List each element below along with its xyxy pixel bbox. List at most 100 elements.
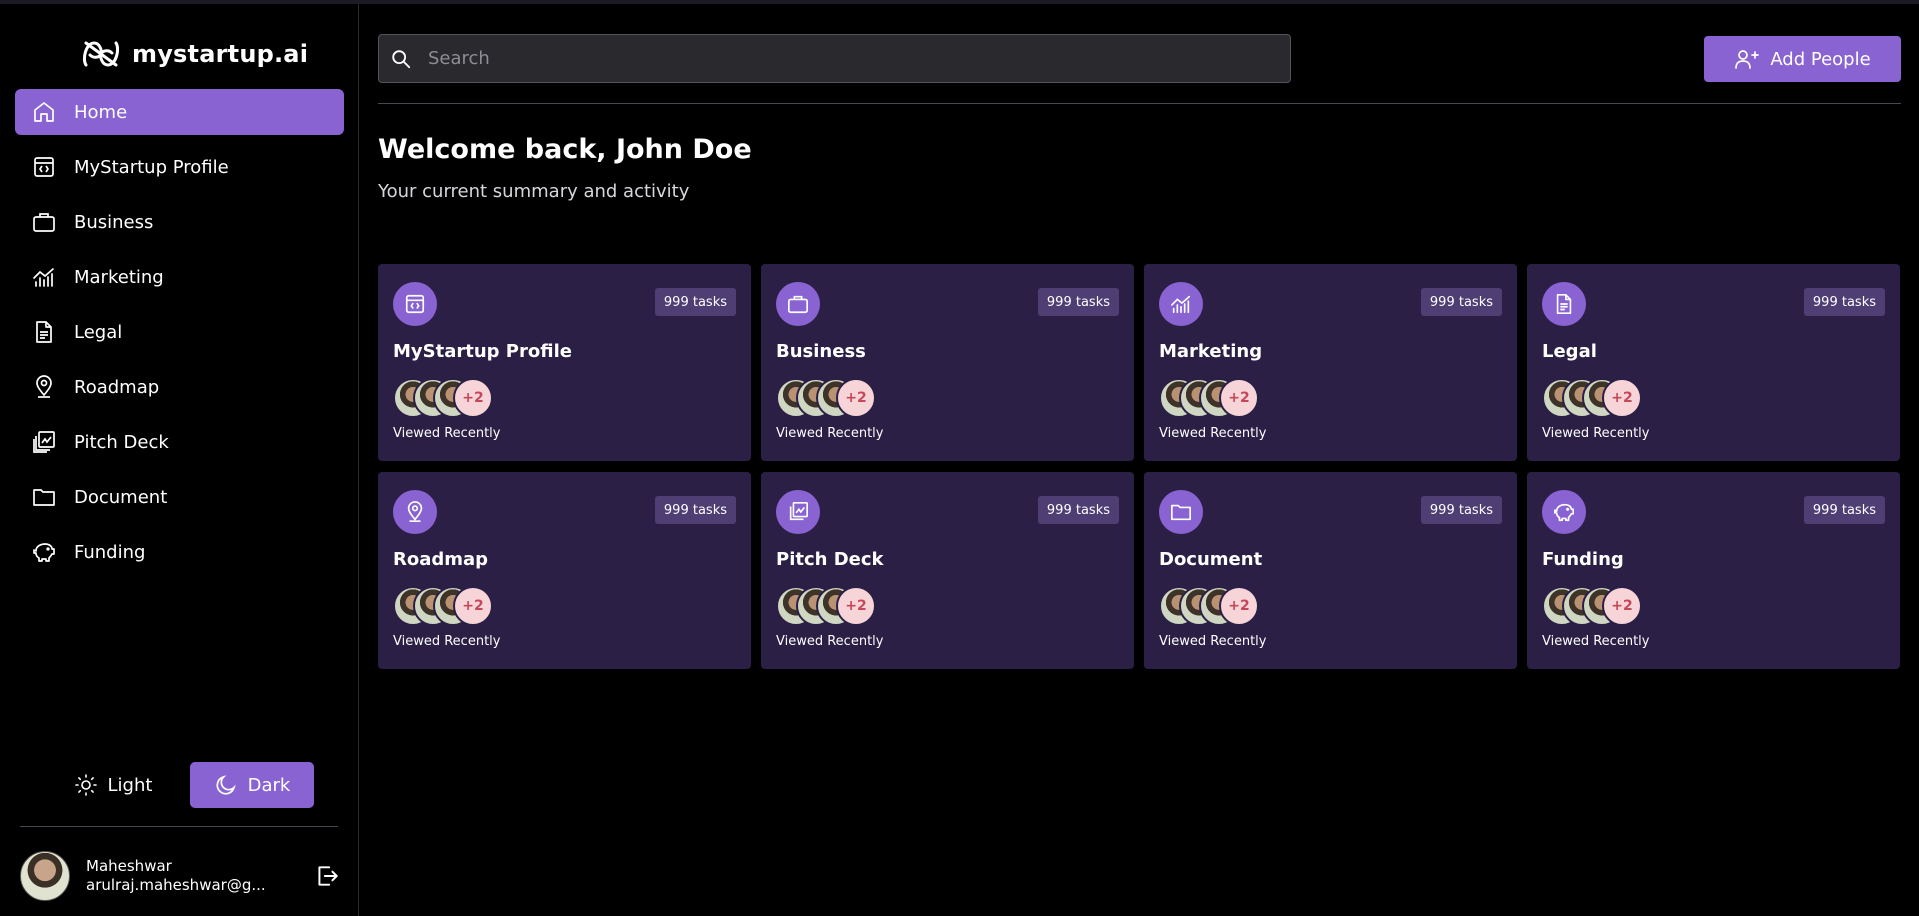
search-input[interactable] [428, 48, 1248, 69]
sidebar-item-mystartup-profile[interactable]: MyStartup Profile [15, 144, 344, 190]
more-avatars-badge: +2 [836, 378, 876, 418]
sidebar: mystartup.ai Home MyStartup Profile Busi… [0, 4, 359, 916]
sidebar-item-label: MyStartup Profile [74, 156, 229, 178]
card-icon [393, 490, 437, 534]
brand-logo-icon [82, 41, 120, 67]
code-window-icon [405, 294, 425, 314]
chart-line-icon [1171, 295, 1191, 314]
card-title: Funding [1542, 549, 1624, 570]
add-user-icon [1735, 50, 1760, 69]
sidebar-item-roadmap[interactable]: Roadmap [15, 364, 344, 410]
card-document[interactable]: 999 tasks Document +2 Viewed Recently [1144, 472, 1517, 669]
add-people-button[interactable]: Add People [1704, 36, 1901, 82]
sidebar-divider [20, 826, 338, 827]
tasks-badge: 999 tasks [1803, 496, 1885, 524]
sidebar-item-label: Business [74, 211, 154, 233]
card-legal[interactable]: 999 tasks Legal +2 Viewed Recently [1527, 264, 1900, 461]
sun-icon [74, 774, 97, 796]
avatar[interactable] [20, 851, 70, 901]
dark-theme-label: Dark [247, 774, 291, 796]
more-avatars-badge: +2 [1602, 378, 1642, 418]
more-avatars-badge: +2 [1219, 586, 1259, 626]
piggy-bank-icon [33, 543, 55, 562]
brand-name: mystartup.ai [132, 40, 309, 68]
card-title: Marketing [1159, 341, 1263, 362]
home-icon [34, 102, 54, 122]
card-title: Business [776, 341, 866, 362]
sidebar-item-label: Document [74, 486, 168, 508]
document-icon [1556, 294, 1572, 314]
moon-icon [216, 775, 236, 795]
sidebar-nav: Home MyStartup Profile Business Marketin… [15, 89, 344, 584]
card-marketing[interactable]: 999 tasks Marketing +2 Viewed Recently [1144, 264, 1517, 461]
sidebar-item-label: Funding [74, 541, 146, 563]
tasks-badge: 999 tasks [1037, 496, 1119, 524]
document-icon [36, 321, 52, 343]
sidebar-item-business[interactable]: Business [15, 199, 344, 245]
card-roadmap[interactable]: 999 tasks Roadmap +2 Viewed Recently [378, 472, 751, 669]
sidebar-item-label: Roadmap [74, 376, 160, 398]
card-icon [393, 282, 437, 326]
briefcase-icon [788, 295, 808, 314]
card-icon [1542, 490, 1586, 534]
sidebar-item-home[interactable]: Home [15, 89, 344, 135]
sidebar-item-marketing[interactable]: Marketing [15, 254, 344, 300]
sidebar-item-pitch-deck[interactable]: Pitch Deck [15, 419, 344, 465]
light-theme-button[interactable]: Light [58, 762, 168, 808]
card-mystartup-profile[interactable]: 999 tasks MyStartup Profile +2 Viewed Re… [378, 264, 751, 461]
tasks-badge: 999 tasks [654, 288, 736, 316]
logout-icon[interactable] [314, 863, 340, 889]
briefcase-icon [33, 213, 55, 232]
tasks-badge: 999 tasks [1420, 288, 1502, 316]
theme-toggle: Light Dark [58, 762, 314, 808]
sidebar-item-label: Legal [74, 321, 123, 343]
card-pitch-deck[interactable]: 999 tasks Pitch Deck +2 Viewed Recently [761, 472, 1134, 669]
tasks-badge: 999 tasks [654, 496, 736, 524]
sidebar-item-label: Marketing [74, 266, 164, 288]
light-theme-label: Light [107, 774, 153, 796]
folder-icon [33, 489, 55, 506]
presentation-icon [789, 502, 808, 521]
card-icon [776, 282, 820, 326]
card-title: MyStartup Profile [393, 341, 572, 362]
tasks-badge: 999 tasks [1803, 288, 1885, 316]
user-email: arulraj.maheshwar@g... [86, 876, 266, 894]
page-subtitle: Your current summary and activity [378, 181, 690, 202]
viewed-status: Viewed Recently [1542, 634, 1650, 649]
card-icon [1159, 282, 1203, 326]
user-profile: Maheshwar arulraj.maheshwar@g... [20, 850, 340, 902]
map-pin-icon [36, 375, 52, 398]
card-funding[interactable]: 999 tasks Funding +2 Viewed Recently [1527, 472, 1900, 669]
piggy-bank-icon [1554, 503, 1574, 522]
card-title: Pitch Deck [776, 549, 884, 570]
sidebar-item-document[interactable]: Document [15, 474, 344, 520]
sidebar-item-label: Pitch Deck [74, 431, 169, 453]
viewed-status: Viewed Recently [1159, 634, 1267, 649]
card-business[interactable]: 999 tasks Business +2 Viewed Recently [761, 264, 1134, 461]
viewed-status: Viewed Recently [776, 634, 884, 649]
map-pin-icon [407, 501, 423, 522]
search-icon [392, 49, 411, 68]
sidebar-item-legal[interactable]: Legal [15, 309, 344, 355]
code-window-icon [34, 157, 54, 177]
card-icon [776, 490, 820, 534]
tasks-badge: 999 tasks [1037, 288, 1119, 316]
folder-icon [1171, 504, 1191, 521]
sidebar-item-funding[interactable]: Funding [15, 529, 344, 575]
user-name: Maheshwar [86, 857, 172, 875]
brand-logo[interactable]: mystartup.ai [80, 34, 308, 74]
more-avatars-badge: +2 [453, 586, 493, 626]
more-avatars-badge: +2 [453, 378, 493, 418]
viewed-status: Viewed Recently [776, 426, 884, 441]
sidebar-item-label: Home [74, 101, 128, 123]
viewed-status: Viewed Recently [393, 426, 501, 441]
module-cards: 999 tasks MyStartup Profile +2 Viewed Re… [378, 264, 1901, 669]
card-title: Roadmap [393, 549, 489, 570]
more-avatars-badge: +2 [1219, 378, 1259, 418]
tasks-badge: 999 tasks [1420, 496, 1502, 524]
add-people-label: Add People [1770, 48, 1871, 70]
chart-line-icon [33, 268, 54, 287]
card-title: Document [1159, 549, 1263, 570]
dark-theme-button[interactable]: Dark [190, 762, 314, 808]
more-avatars-badge: +2 [836, 586, 876, 626]
